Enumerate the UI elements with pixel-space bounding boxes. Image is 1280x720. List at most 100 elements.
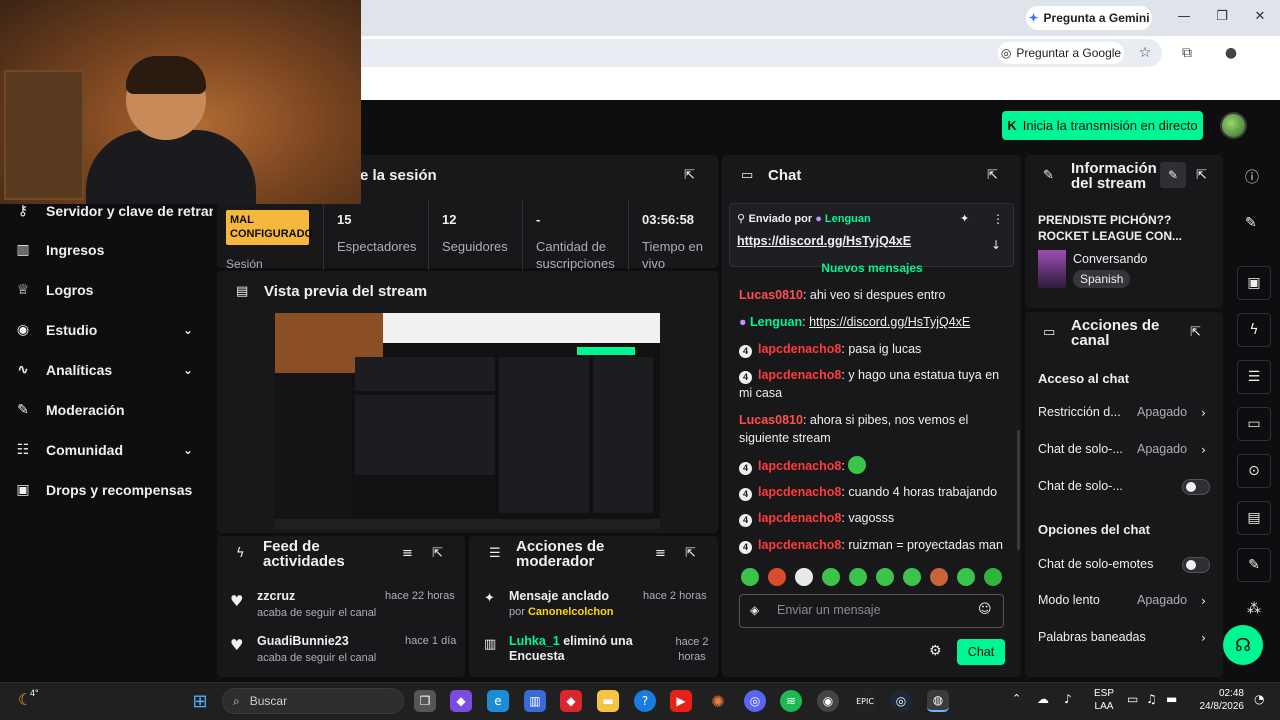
bookmark-star-icon[interactable]: ☆ bbox=[1134, 42, 1156, 64]
chat-username[interactable]: lapcdenacho8 bbox=[758, 459, 841, 473]
shield-icon[interactable]: ◈ bbox=[750, 603, 759, 617]
emote-icon[interactable] bbox=[741, 568, 759, 586]
sidebar-item-moderation[interactable]: ✎ Moderación bbox=[0, 390, 213, 430]
help-icon[interactable]: ? bbox=[634, 690, 656, 712]
popout-icon[interactable]: ⇱ bbox=[685, 546, 696, 561]
filter-icon[interactable]: ≡ bbox=[402, 546, 413, 561]
taskbar-search[interactable]: ⌕ Buscar bbox=[222, 688, 404, 714]
sidebar-item-achievements[interactable]: ♕ Logros bbox=[0, 270, 213, 310]
toggle-switch[interactable] bbox=[1182, 479, 1210, 495]
go-live-button[interactable]: K Inicia la transmisión en directo bbox=[1002, 111, 1203, 140]
avatar[interactable] bbox=[1220, 112, 1247, 139]
app-burst-icon[interactable]: ✺ bbox=[707, 690, 729, 712]
windows-start-icon[interactable]: ⊞ bbox=[189, 690, 211, 712]
emote-icon[interactable] bbox=[795, 568, 813, 586]
setting-row[interactable]: Restricción d... Apagado › bbox=[1038, 405, 1210, 420]
popout-icon[interactable]: ⇱ bbox=[987, 168, 998, 183]
extensions-icon[interactable]: ⧉ bbox=[1176, 42, 1198, 64]
feed-user[interactable]: GuadiBunnie23 bbox=[257, 634, 349, 648]
chat-username[interactable]: lapcdenacho8 bbox=[758, 511, 841, 525]
volume-icon[interactable]: ♫ bbox=[1146, 692, 1157, 706]
chrome-icon[interactable]: ◍ bbox=[927, 690, 949, 712]
list-icon[interactable]: ☰ bbox=[1237, 360, 1271, 394]
emote-icon[interactable] bbox=[768, 568, 786, 586]
share-icon[interactable]: ⁂ bbox=[1247, 601, 1261, 617]
gear-icon[interactable]: ⚙ bbox=[929, 643, 942, 659]
profile-icon[interactable]: ● bbox=[1220, 42, 1242, 64]
chat-scrollbar[interactable] bbox=[1017, 430, 1020, 550]
more-options-icon[interactable]: ⋮ bbox=[992, 212, 1004, 226]
raid-icon[interactable]: ⊙ bbox=[1237, 454, 1271, 488]
new-messages-divider[interactable]: Nuevos mensajes bbox=[730, 262, 1014, 274]
emote-icon[interactable] bbox=[903, 568, 921, 586]
battery-icon[interactable]: ▬ bbox=[1166, 692, 1177, 706]
chat-username[interactable]: Lucas0810 bbox=[739, 288, 803, 302]
feed-user[interactable]: zzcruz bbox=[257, 589, 295, 603]
close-icon[interactable]: ✕ bbox=[1248, 6, 1272, 26]
category-boxart[interactable] bbox=[1038, 250, 1066, 288]
language-indicator[interactable]: ESP LAA bbox=[1094, 687, 1114, 713]
emote-icon[interactable] bbox=[957, 568, 975, 586]
stream-preview-video[interactable] bbox=[275, 313, 660, 529]
edit-icon[interactable]: ✎ bbox=[1160, 162, 1186, 188]
setting-row[interactable]: Chat de solo-... Apagado › bbox=[1038, 442, 1210, 457]
discord-icon[interactable]: ◎ bbox=[744, 690, 766, 712]
youtube-icon[interactable]: ▶ bbox=[670, 690, 692, 712]
popout-icon[interactable]: ⇱ bbox=[1190, 325, 1201, 340]
app-red-icon[interactable]: ◆ bbox=[560, 690, 582, 712]
chat-username[interactable]: lapcdenacho8 bbox=[758, 485, 841, 499]
spotify-icon[interactable]: ≋ bbox=[780, 690, 802, 712]
cloud-icon[interactable]: ☁ bbox=[1037, 692, 1049, 706]
clip-icon[interactable]: ▤ bbox=[1237, 501, 1271, 535]
emote-icon[interactable] bbox=[849, 568, 867, 586]
info-icon[interactable]: ⓘ bbox=[1245, 167, 1259, 187]
emote-icon[interactable] bbox=[930, 568, 948, 586]
sidebar-item-analytics[interactable]: ∿ Analíticas ⌄ bbox=[0, 350, 213, 390]
mod-action-user[interactable]: Luhka_1 bbox=[509, 634, 560, 648]
gemini-button[interactable]: ✦ Pregunta a Gemini bbox=[1026, 6, 1152, 30]
chat-input-placeholder[interactable]: Enviar un mensaje bbox=[777, 603, 881, 617]
pencil-icon[interactable]: ✎ bbox=[1245, 215, 1257, 231]
setting-row[interactable]: Palabras baneadas › bbox=[1038, 630, 1210, 645]
chat-username[interactable]: lapcdenacho8 bbox=[758, 342, 841, 356]
store-icon[interactable]: ▥ bbox=[524, 690, 546, 712]
sidebar-item-revenue[interactable]: ▥ Ingresos bbox=[0, 230, 213, 270]
ad-icon[interactable]: ▣ bbox=[1237, 266, 1271, 300]
emoji-picker-icon[interactable]: ☺ bbox=[978, 602, 992, 617]
obs-icon[interactable]: ◉ bbox=[817, 690, 839, 712]
chevron-up-icon[interactable]: ⌃ bbox=[1012, 692, 1021, 705]
notifications-icon[interactable]: ◔ bbox=[1254, 692, 1264, 706]
pinned-link[interactable]: https://discord.gg/HsTyjQ4xE bbox=[737, 234, 911, 248]
pinned-user[interactable]: Lenguan bbox=[825, 213, 871, 225]
chat-username[interactable]: lapcdenacho8 bbox=[758, 538, 841, 552]
unpin-icon[interactable]: ✦ bbox=[960, 212, 969, 225]
emote-icon[interactable] bbox=[984, 568, 1002, 586]
headset-help-icon[interactable]: ☊ bbox=[1223, 625, 1263, 665]
steam-icon[interactable]: ◎ bbox=[890, 690, 912, 712]
emote-icon[interactable] bbox=[876, 568, 894, 586]
network-icon[interactable]: ▭ bbox=[1127, 692, 1138, 706]
chat-username[interactable]: Lucas0810 bbox=[739, 413, 803, 427]
wrench-icon[interactable]: ✎ bbox=[1237, 548, 1271, 582]
mod-action-by-user[interactable]: Canonelcolchon bbox=[528, 606, 614, 618]
category-name[interactable]: Conversando bbox=[1073, 252, 1147, 266]
restore-icon[interactable]: ❐ bbox=[1210, 6, 1234, 26]
edge-icon[interactable]: e bbox=[487, 690, 509, 712]
sidebar-item-drops[interactable]: ▣ Drops y recompensas bbox=[0, 470, 213, 510]
copilot-icon[interactable]: ◆ bbox=[450, 690, 472, 712]
clock[interactable]: 02:48 24/8/2026 bbox=[1200, 687, 1245, 713]
epic-games-icon[interactable]: EPIC bbox=[854, 690, 876, 712]
filter-icon[interactable]: ≡ bbox=[655, 546, 666, 561]
chat-link[interactable]: https://discord.gg/HsTyjQ4xE bbox=[809, 315, 970, 329]
setting-row[interactable]: Modo lento Apagado › bbox=[1038, 593, 1210, 608]
ask-google-button[interactable]: ◎ Preguntar a Google bbox=[998, 42, 1124, 64]
toggle-switch[interactable] bbox=[1182, 557, 1210, 573]
popout-icon[interactable]: ⇱ bbox=[684, 168, 695, 183]
chat-username[interactable]: lapcdenacho8 bbox=[758, 368, 841, 382]
task-view-icon[interactable]: ❐ bbox=[414, 690, 436, 712]
minimize-icon[interactable]: — bbox=[1172, 6, 1196, 26]
popout-icon[interactable]: ⇱ bbox=[432, 546, 443, 561]
chat-username[interactable]: Lenguan bbox=[750, 315, 802, 329]
sidebar-item-community[interactable]: ☷ Comunidad ⌄ bbox=[0, 430, 213, 470]
popout-icon[interactable]: ⇱ bbox=[1196, 168, 1207, 183]
